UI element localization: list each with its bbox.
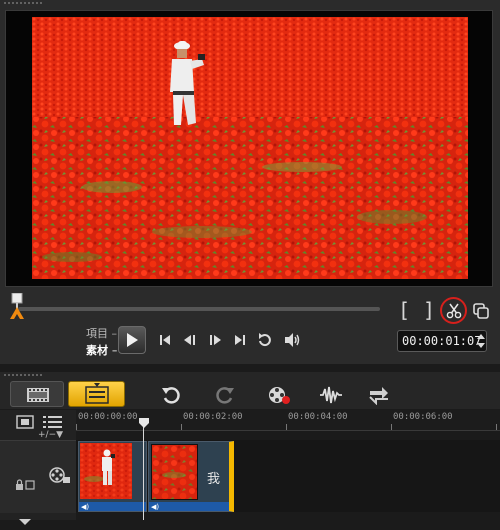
- panel-grip[interactable]: [3, 1, 43, 5]
- clip-thumbnail: [80, 443, 132, 499]
- mode-dash: –: [111, 344, 118, 357]
- ruler-tick: [391, 424, 392, 430]
- track-lock-button[interactable]: [14, 476, 36, 495]
- scrub-bar[interactable]: [18, 307, 380, 311]
- storyboard-view-button[interactable]: [10, 381, 64, 407]
- film-reel-record-icon: [269, 387, 290, 404]
- ruler-tick-label: 00:00:06:00: [393, 412, 453, 422]
- mark-in-button[interactable]: [: [398, 298, 410, 322]
- undo-icon: [162, 387, 180, 404]
- chevron-down-icon: [19, 519, 31, 525]
- scissors-icon: [446, 303, 461, 318]
- timecode-spinner[interactable]: [476, 332, 486, 350]
- timeline-clip[interactable]: ◀): [78, 441, 147, 512]
- split-clip-button[interactable]: [440, 297, 467, 324]
- scrub-handle[interactable]: [8, 292, 26, 323]
- poppy-field-image: [32, 17, 468, 279]
- video-frame: [32, 17, 468, 279]
- ruler-tick-label: 00:00:04:00: [288, 412, 348, 422]
- sound-mixer-button[interactable]: [318, 383, 344, 407]
- volume-button[interactable]: [281, 329, 303, 351]
- film-strip-icon: [27, 388, 49, 402]
- timecode-value: 00:00:01:07: [402, 334, 482, 348]
- clip-title: 我: [207, 472, 221, 487]
- frame-forward-button[interactable]: [204, 329, 226, 351]
- video-track-icon: [49, 467, 70, 483]
- record-capture-button[interactable]: [266, 383, 292, 407]
- ruler-tick: [496, 424, 497, 430]
- auto-music-icon: [369, 387, 388, 405]
- play-button[interactable]: [118, 326, 146, 354]
- skip-start-button[interactable]: [154, 329, 176, 351]
- audio-waveform-icon: [320, 386, 342, 404]
- mark-in-label: [: [398, 298, 411, 322]
- ruler-tick: [286, 424, 287, 430]
- redo-button[interactable]: [212, 383, 238, 407]
- mode-dash: –: [111, 327, 118, 340]
- timeline-clip-selected[interactable]: 我 ◀): [148, 441, 234, 512]
- skip-start-icon: [160, 335, 170, 345]
- auto-music-button[interactable]: [366, 383, 392, 407]
- timeline-view-icon: [85, 383, 109, 404]
- clip-audio-strip: [149, 502, 229, 511]
- track-manager-button[interactable]: [16, 414, 36, 433]
- timeline-view-button[interactable]: [68, 381, 125, 407]
- film-track-icon: [16, 415, 34, 429]
- play-icon: [127, 333, 138, 347]
- track-expand-button[interactable]: [16, 511, 34, 525]
- mode-project-label: 項目: [86, 327, 108, 340]
- zoom-controls-label: +/−▼: [38, 430, 64, 440]
- mark-out-label: ]: [423, 298, 436, 322]
- skip-end-button[interactable]: [229, 329, 251, 351]
- ruler-tick-label: 00:00:02:00: [183, 412, 243, 422]
- repeat-button[interactable]: [254, 329, 276, 351]
- ruler-tick: [76, 424, 77, 430]
- ruler-tick-label: 00:00:00:00: [78, 412, 138, 422]
- volume-icon: [285, 333, 300, 347]
- clip-audio-icon: ◀): [81, 503, 90, 511]
- clip-thumbnail: [151, 444, 198, 500]
- mode-clip-label: 素材: [86, 344, 108, 357]
- timeline-playhead-line: [143, 426, 144, 520]
- video-viewer: [5, 10, 493, 287]
- frame-back-button[interactable]: [179, 329, 201, 351]
- repeat-icon: [259, 333, 271, 347]
- mode-project[interactable]: 項目 –: [86, 325, 117, 341]
- frame-forward-icon: [210, 335, 221, 345]
- redo-icon: [216, 387, 234, 404]
- overlay-copy-icon: [473, 303, 489, 319]
- ruler-tick: [181, 424, 182, 430]
- undo-button[interactable]: [158, 383, 184, 407]
- timecode-field[interactable]: 00:00:01:07: [397, 330, 487, 352]
- mode-clip[interactable]: 素材 –: [86, 342, 117, 358]
- video-track-toggle[interactable]: [48, 466, 72, 490]
- frame-back-icon: [184, 335, 195, 345]
- overlay-button[interactable]: [470, 300, 492, 322]
- track-lock-icon: [16, 479, 35, 490]
- list-icon: [43, 416, 62, 428]
- toolbar-grip[interactable]: [3, 373, 43, 377]
- mark-out-button[interactable]: ]: [423, 298, 435, 322]
- timeline-playhead[interactable]: [138, 414, 150, 428]
- skip-end-icon: [235, 335, 245, 345]
- clip-audio-icon: ◀): [151, 503, 160, 511]
